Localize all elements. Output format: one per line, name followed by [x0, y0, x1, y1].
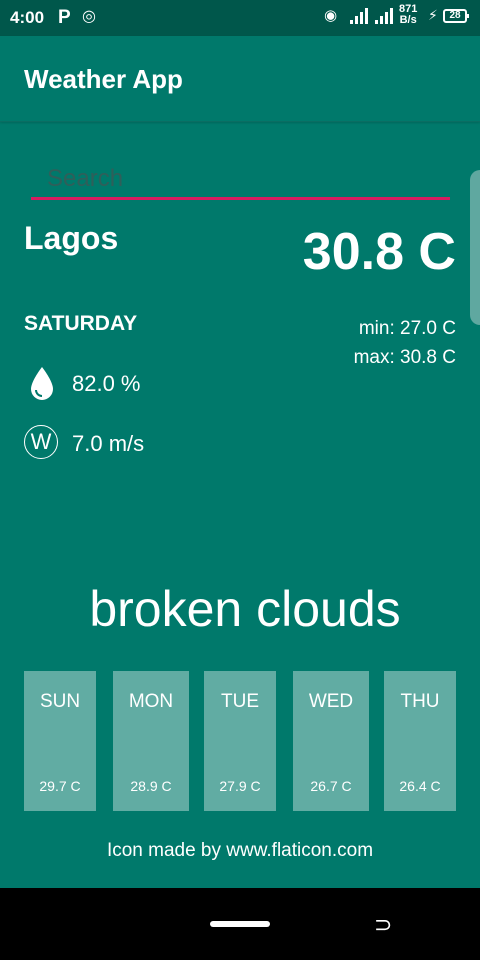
forecast-day: SUN: [39, 691, 81, 712]
forecast-card-tue[interactable]: TUE 27.9 C: [204, 671, 276, 811]
forecast-temp: 27.9 C: [219, 778, 261, 794]
forecast-temp: 26.4 C: [399, 778, 441, 794]
forecast-card-thu[interactable]: THU 26.4 C: [384, 671, 456, 811]
app-bar: Weather App: [0, 36, 480, 122]
status-time: 4:00: [10, 8, 45, 27]
min-max-temperature: min: 27.0 C max: 30.8 C: [354, 314, 456, 372]
navigation-bar: ⊃: [0, 888, 480, 960]
parking-app-icon: P: [58, 7, 71, 28]
network-speed: 871 B/s: [399, 4, 417, 26]
day-name: SATURDAY: [24, 312, 138, 335]
forecast-card-mon[interactable]: MON 28.9 C: [113, 671, 189, 811]
hotspot-icon: ◉: [324, 7, 338, 24]
min-temperature: min: 27.0 C: [358, 318, 456, 339]
forecast-card-sun[interactable]: SUN 29.7 C: [24, 671, 96, 811]
app-title: Weather App: [24, 64, 183, 94]
cast-icon: ◎: [82, 8, 96, 25]
forecast-temp: 26.7 C: [310, 778, 352, 794]
network-speed-unit: B/s: [399, 14, 417, 26]
search-input[interactable]: [31, 160, 450, 200]
current-temperature: 30.8 C: [302, 223, 456, 281]
forecast-day: THU: [400, 691, 440, 712]
side-panel-handle[interactable]: [470, 170, 480, 325]
status-bar: 4:00 P ◎ ◉ 871 B/s ⚡ 28: [0, 0, 480, 36]
charging-icon: ⚡: [428, 7, 438, 23]
forecast-temp: 29.7 C: [39, 778, 81, 794]
forecast-card-wed[interactable]: WED 26.7 C: [293, 671, 369, 811]
wind-icon: W: [24, 425, 58, 459]
battery-icon: 28: [443, 9, 469, 23]
icon-credit: Icon made by www.flaticon.com: [106, 840, 374, 861]
signal-strength-icon: [375, 8, 393, 24]
home-gesture-bar[interactable]: [210, 921, 270, 927]
back-icon[interactable]: ⊃: [374, 912, 392, 938]
forecast-day: TUE: [221, 691, 259, 712]
forecast-day: WED: [308, 691, 354, 712]
signal-strength-icon: [350, 8, 368, 24]
forecast-temp: 28.9 C: [130, 778, 172, 794]
water-drop-icon: [31, 367, 53, 400]
weather-description: broken clouds: [89, 581, 401, 637]
city-name: Lagos: [24, 220, 119, 256]
max-temperature: max: 30.8 C: [353, 347, 456, 368]
wind-speed-value: 7.0 m/s: [72, 431, 145, 456]
forecast-day: MON: [128, 691, 174, 712]
humidity-value: 82.0 %: [72, 371, 141, 396]
